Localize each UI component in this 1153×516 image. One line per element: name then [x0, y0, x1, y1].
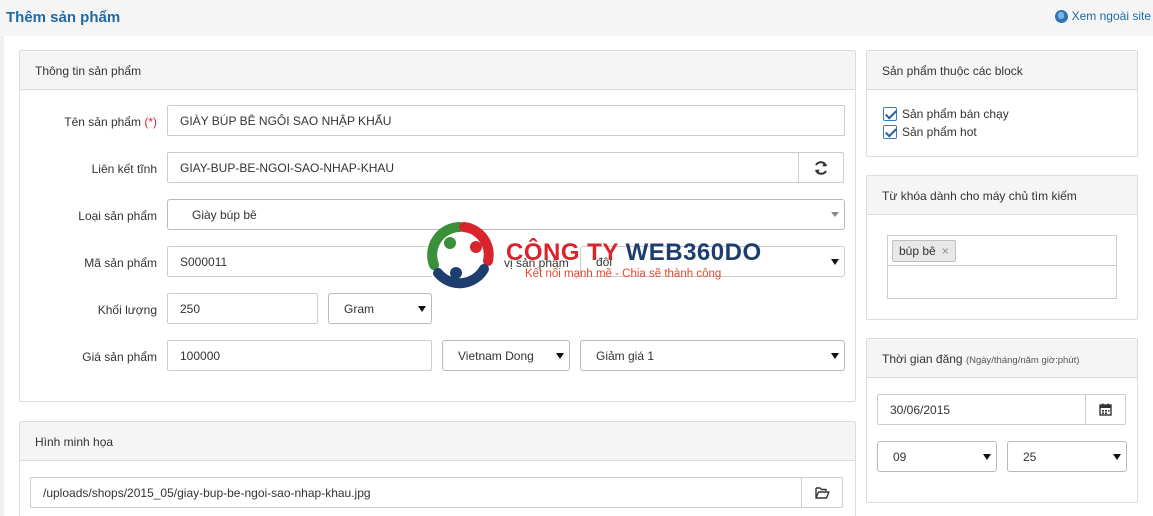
chevron-down-icon	[831, 353, 839, 359]
block-bestseller-option[interactable]: Sản phẩm bán chạy	[883, 107, 1009, 121]
keywords-tag-input[interactable]: búp bê ×	[887, 235, 1117, 266]
weight-label: Khối lượng	[97, 303, 157, 317]
price-label: Giá sản phẩm	[82, 350, 157, 364]
blocks-panel: Sản phẩm thuộc các block	[866, 50, 1138, 157]
block-bestseller-label: Sản phẩm bán chạy	[902, 107, 1009, 121]
product-type-value: Giày búp bê	[192, 208, 257, 222]
currency-select[interactable]: Vietnam Dong	[442, 340, 570, 371]
unit-label: vị sản phẩm	[504, 256, 569, 270]
static-link-input[interactable]: GIAY-BUP-BE-NGOI-SAO-NHAP-KHAU	[167, 152, 799, 183]
page-header: Thêm sản phẩm Xem ngoài site	[0, 0, 1153, 36]
blocks-heading: Sản phẩm thuộc các block	[867, 51, 1137, 90]
globe-icon	[1054, 9, 1068, 23]
publish-time-heading: Thời gian đăng (Ngày/tháng/năm giờ:phút)	[867, 339, 1137, 378]
required-mark: (*)	[144, 115, 157, 129]
unit-select[interactable]: đôi	[580, 246, 845, 277]
product-name-input[interactable]: GIÀY BÚP BÊ NGÔI SAO NHẬP KHẨU	[167, 105, 845, 136]
product-type-label: Loại sản phẩm	[78, 209, 157, 223]
product-info-heading: Thông tin sản phẩm	[20, 51, 855, 90]
discount-value: Giảm giá 1	[596, 349, 655, 363]
folder-open-icon	[814, 486, 830, 499]
weight-input[interactable]: 250	[167, 293, 318, 324]
refresh-link-button[interactable]	[798, 152, 844, 183]
page-title: Thêm sản phẩm	[6, 9, 121, 26]
refresh-icon	[815, 160, 827, 175]
currency-value: Vietnam Dong	[458, 349, 534, 363]
product-code-label: Mã sản phẩm	[84, 256, 157, 270]
publish-date-input[interactable]: 30/06/2015	[877, 394, 1087, 425]
calendar-icon	[1099, 403, 1112, 416]
product-name-label: Tên sản phẩm (*)	[64, 115, 157, 129]
check-icon[interactable]	[883, 107, 897, 121]
chevron-down-icon	[831, 259, 839, 265]
weight-unit-select[interactable]: Gram	[328, 293, 432, 324]
keyword-tag: búp bê ×	[892, 240, 956, 262]
block-hot-label: Sản phẩm hot	[902, 125, 977, 139]
browse-image-button[interactable]	[801, 477, 843, 508]
view-site-label: Xem ngoài site	[1071, 9, 1151, 23]
keywords-text-input[interactable]	[887, 265, 1117, 299]
chevron-down-icon	[1113, 454, 1121, 460]
publish-time-hint: (Ngày/tháng/năm giờ:phút)	[965, 355, 1080, 366]
chevron-down-icon	[831, 212, 839, 217]
discount-select[interactable]: Giảm giá 1	[580, 340, 845, 371]
view-site-link[interactable]: Xem ngoài site	[1054, 9, 1151, 23]
product-type-select[interactable]: Giày búp bê	[167, 199, 845, 230]
remove-tag-icon[interactable]: ×	[942, 244, 949, 258]
keyword-tag-label: búp bê	[899, 244, 936, 258]
chevron-down-icon	[418, 306, 426, 312]
publish-minute-select[interactable]: 25	[1007, 441, 1127, 472]
illustration-heading: Hình minh họa	[20, 422, 855, 461]
publish-hour-select[interactable]: 09	[877, 441, 997, 472]
keywords-heading: Từ khóa dành cho máy chủ tìm kiếm	[867, 176, 1137, 215]
chevron-down-icon	[556, 353, 564, 359]
open-calendar-button[interactable]	[1085, 394, 1126, 425]
block-hot-option[interactable]: Sản phẩm hot	[883, 125, 977, 139]
product-code-input[interactable]: S000011	[167, 246, 447, 277]
chevron-down-icon	[983, 454, 991, 460]
static-link-label: Liên kết tĩnh	[91, 162, 157, 176]
unit-value: đôi	[596, 255, 613, 269]
publish-hour-value: 09	[893, 450, 907, 464]
check-icon[interactable]	[883, 125, 897, 139]
publish-minute-value: 25	[1023, 450, 1037, 464]
price-input[interactable]: 100000	[167, 340, 432, 371]
weight-unit-value: Gram	[344, 302, 374, 316]
image-path-input[interactable]: /uploads/shops/2015_05/giay-bup-be-ngoi-…	[30, 477, 802, 508]
